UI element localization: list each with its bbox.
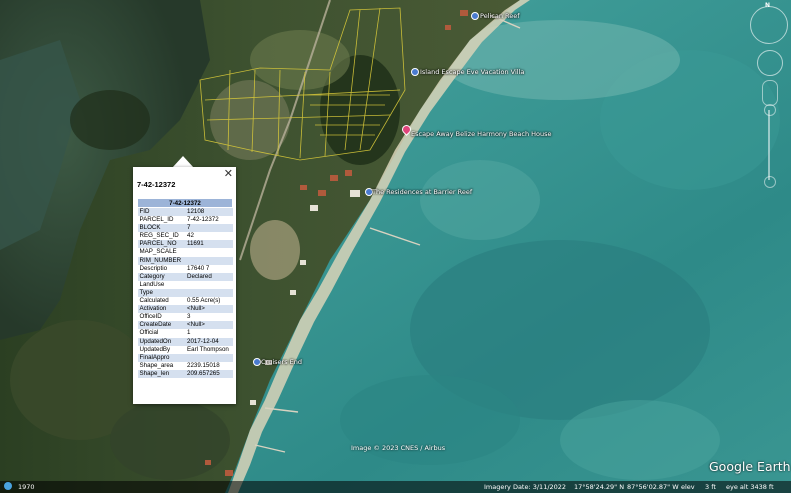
attribute-value: 2017-12-04: [185, 337, 233, 346]
attribute-value: 12108: [185, 207, 233, 217]
zoom-in-icon[interactable]: [764, 104, 776, 116]
satellite-map[interactable]: [0, 0, 791, 493]
place-label-cruisers-end[interactable]: Cruisers End: [261, 358, 302, 366]
parcel-info-popup: 7-42-12372 ✕ 7-42-12372 FID 12108 PARCEL_I…: [133, 167, 236, 404]
place-label-escape-away[interactable]: Escape Away Belize Harmony Beach House: [411, 130, 552, 138]
historical-imagery-year[interactable]: 1970: [18, 483, 35, 491]
attribute-row: OfficeID 3: [137, 313, 233, 322]
attribute-value: [185, 248, 233, 257]
attribute-key: Activation: [137, 305, 185, 314]
attribute-key: Descriptio: [137, 264, 185, 273]
attribute-value: [185, 280, 233, 289]
attribute-table: 7-42-12372 FID 12108 PARCEL_ID 7-42-12372 BL…: [137, 198, 233, 378]
attribute-row: FID 12108: [137, 207, 233, 217]
attribute-row: CreateDate <Null>: [137, 321, 233, 330]
place-label-pelican-reef[interactable]: Pelican Reef: [480, 12, 520, 20]
popup-title: 7-42-12372: [137, 180, 176, 189]
attribute-value: 11691: [185, 240, 233, 249]
attribute-key: CreateDate: [137, 321, 185, 330]
attribute-value: [185, 256, 233, 265]
compass-ring[interactable]: [750, 6, 788, 44]
attribute-key: MAP_SCALE: [137, 248, 185, 257]
attribute-value: 3: [185, 313, 233, 322]
google-earth-logo: Google Earth: [709, 459, 791, 474]
attribute-value: 42: [185, 232, 233, 241]
place-marker-vacation-villa[interactable]: [411, 68, 419, 76]
zoom-out-icon[interactable]: [764, 176, 776, 188]
attribute-key: Calculated: [137, 297, 185, 306]
attribute-value: 2239.15018: [185, 361, 233, 370]
attribute-key: PARCEL_NO: [137, 240, 185, 249]
attribute-value: 17640 7: [185, 264, 233, 273]
attribute-row: RIM_NUMBER: [137, 256, 233, 265]
attribute-key: Official: [137, 329, 185, 338]
attribute-row: UpdatedBy Earl Thompson: [137, 345, 233, 354]
attribute-key: BLOCK: [137, 224, 185, 233]
attribute-value: 7: [185, 224, 233, 233]
attribute-value: 7-42-12372: [185, 216, 233, 225]
attribute-value: 0.55 Acre(s): [185, 297, 233, 306]
attribute-row: Descriptio 17640 7: [137, 264, 233, 273]
attribute-row: Category Declared: [137, 272, 233, 281]
attribute-row: Official 1: [137, 329, 233, 338]
attribute-row: BLOCK 7: [137, 224, 233, 233]
attribute-key: Type: [137, 288, 185, 298]
attribute-row: Type: [137, 288, 233, 298]
globe-icon[interactable]: [4, 482, 12, 490]
attribute-value: [185, 288, 233, 298]
attribute-key: FinalAppro: [137, 353, 185, 362]
longitude-readout: 87°56'02.87" W: [627, 483, 679, 491]
attribute-row: FinalAppro: [137, 353, 233, 362]
attribute-value: <Null>: [185, 305, 233, 314]
attribute-key: PARCEL_ID: [137, 216, 185, 225]
attribute-row: Shape_area 2239.15018: [137, 361, 233, 370]
attribute-key: RIM_NUMBER: [137, 256, 185, 265]
latitude-readout: 17°58'24.29" N: [574, 483, 625, 491]
place-label-residences[interactable]: The Residences at Barrier Reef: [372, 188, 472, 196]
attribute-key: REG_SEC_ID: [137, 232, 185, 241]
zoom-slider[interactable]: [768, 110, 770, 180]
attribute-key: Shape_area: [137, 361, 185, 370]
attribute-row: REG_SEC_ID 42: [137, 232, 233, 241]
attribute-key: FID: [137, 207, 185, 217]
elevation-value: 3 ft: [705, 483, 716, 491]
attribute-row: Calculated 0.55 Acre(s): [137, 297, 233, 306]
place-marker-pelican[interactable]: [471, 12, 479, 20]
compass-north-icon[interactable]: N: [765, 2, 770, 9]
attribute-value: Earl Thompson: [185, 345, 233, 354]
attribute-value: Declared: [185, 272, 233, 281]
eye-altitude: eye alt 3438 ft: [726, 483, 774, 491]
attribute-key: LandUse: [137, 280, 185, 289]
imagery-date: Imagery Date: 3/11/2022: [484, 483, 567, 491]
attribute-row: PARCEL_ID 7-42-12372: [137, 216, 233, 225]
attribute-row: Activation <Null>: [137, 305, 233, 314]
attribute-row: UpdatedOn 2017-12-04: [137, 337, 233, 346]
attribute-key: Category: [137, 272, 185, 281]
attribute-key: UpdatedBy: [137, 345, 185, 354]
attribute-key: Shape_len: [137, 369, 185, 378]
close-icon[interactable]: ✕: [224, 169, 233, 180]
elevation-label: elev: [681, 483, 695, 491]
attribute-value: 1: [185, 329, 233, 338]
status-bar: 1970 Imagery Date: 3/11/2022 17°58'24.29…: [0, 481, 791, 493]
attribute-row: MAP_SCALE: [137, 248, 233, 257]
imagery-credit: Image © 2023 CNES / Airbus: [351, 444, 446, 452]
place-marker-cruisers-end[interactable]: [253, 358, 261, 366]
attribute-value: [185, 353, 233, 362]
attribute-row: LandUse: [137, 280, 233, 289]
attribute-row: PARCEL_NO 11691: [137, 240, 233, 249]
move-joystick-icon[interactable]: [762, 80, 778, 106]
place-label-vacation-villa[interactable]: Island Escape Eve Vacation Villa: [420, 68, 524, 76]
attribute-table-header: 7-42-12372: [137, 198, 233, 208]
attribute-key: UpdatedOn: [137, 337, 185, 346]
attribute-value: 209.657265: [185, 369, 233, 378]
attribute-value: <Null>: [185, 321, 233, 330]
attribute-key: OfficeID: [137, 313, 185, 322]
look-joystick[interactable]: [757, 50, 783, 76]
attribute-row: Shape_len 209.657265: [137, 369, 233, 378]
